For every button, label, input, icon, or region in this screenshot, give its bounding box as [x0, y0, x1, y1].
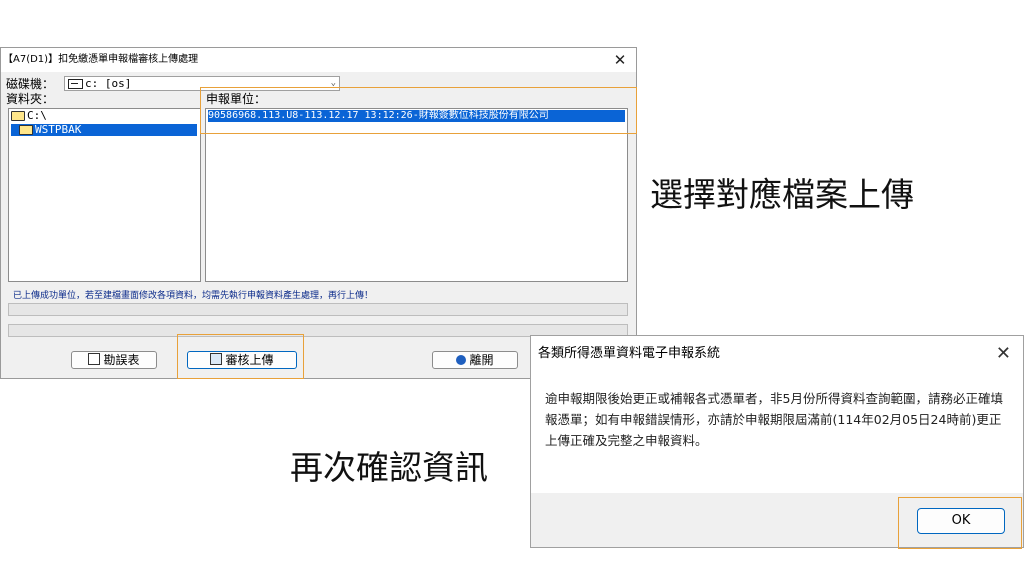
document-icon: [88, 353, 101, 365]
folder-label: 資料夾：: [6, 92, 55, 106]
status-bar: [8, 303, 628, 316]
exit-button[interactable]: 離開: [432, 351, 518, 369]
unit-list[interactable]: 90586968.113.U8-113.12.17 13:12:26-財報簽數位…: [205, 108, 628, 282]
window-title: 【A7(D1)】扣免繳憑單申報檔審核上傳處理: [1, 48, 636, 72]
error-report-button[interactable]: 勘誤表: [71, 351, 157, 369]
dialog-message: 逾申報期限後始更正或補報各式憑單者，非5月份所得資料查詢範圍，請務必正確填報憑單…: [545, 391, 1003, 448]
caption-select-file: 選擇對應檔案上傳: [650, 175, 914, 214]
close-icon[interactable]: ✕: [610, 50, 630, 70]
folder-item-wstpbak[interactable]: WSTPBAK: [11, 124, 197, 136]
folder-tree[interactable]: C:\ WSTPBAK: [8, 108, 201, 282]
ok-highlight-frame: [898, 497, 1022, 549]
dialog-body: 逾申報期限後始更正或補報各式憑單者，非5月份所得資料查詢範圍，請務必正確填報憑單…: [531, 374, 1023, 493]
folder-item-root[interactable]: C:\: [11, 110, 47, 122]
caption-confirm-info: 再次確認資訊: [290, 448, 488, 487]
close-icon[interactable]: ✕: [996, 342, 1011, 366]
open-folder-icon: [11, 111, 25, 121]
upload-highlight-frame: [177, 334, 304, 379]
info-message: 已上傳成功單位，若至建檔畫面修改各項資料，均需先執行申報資料產生處理，再行上傳！: [13, 291, 374, 301]
open-folder-icon: [19, 125, 33, 135]
drive-value: c: [os]: [85, 77, 132, 90]
exit-icon: [456, 355, 467, 365]
unit-highlight-frame: [200, 87, 637, 134]
drive-label: 磁碟機：: [6, 77, 55, 91]
dialog-title: 各類所得憑單資料電子申報系統: [531, 336, 1023, 374]
drive-icon: [68, 79, 83, 89]
